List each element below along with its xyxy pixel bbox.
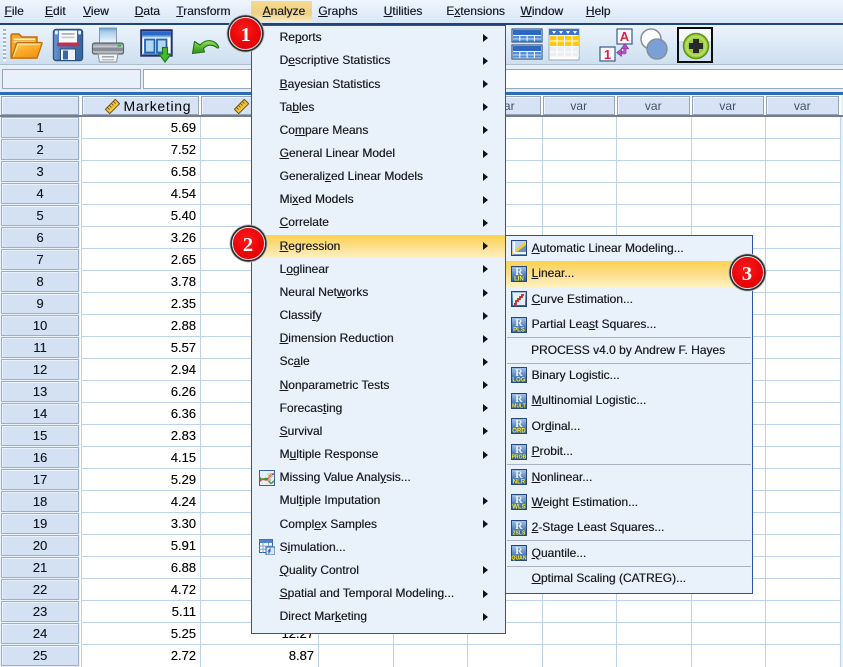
svg-text:PLS: PLS: [513, 326, 525, 332]
svg-text:?: ?: [266, 470, 272, 484]
svg-text:1: 1: [604, 47, 611, 62]
svg-text:QUAN: QUAN: [511, 556, 526, 561]
svg-text:LIN: LIN: [514, 275, 524, 281]
svg-text:MULT: MULT: [512, 403, 527, 408]
svg-text:WLS: WLS: [512, 504, 526, 510]
svg-text:2SLS: 2SLS: [512, 530, 525, 535]
svg-text:PROB: PROB: [511, 454, 526, 459]
svg-text:NLR: NLR: [512, 479, 525, 485]
svg-text:A: A: [620, 29, 630, 44]
svg-text:LOG: LOG: [512, 377, 525, 383]
svg-text:ORD: ORD: [512, 428, 526, 434]
